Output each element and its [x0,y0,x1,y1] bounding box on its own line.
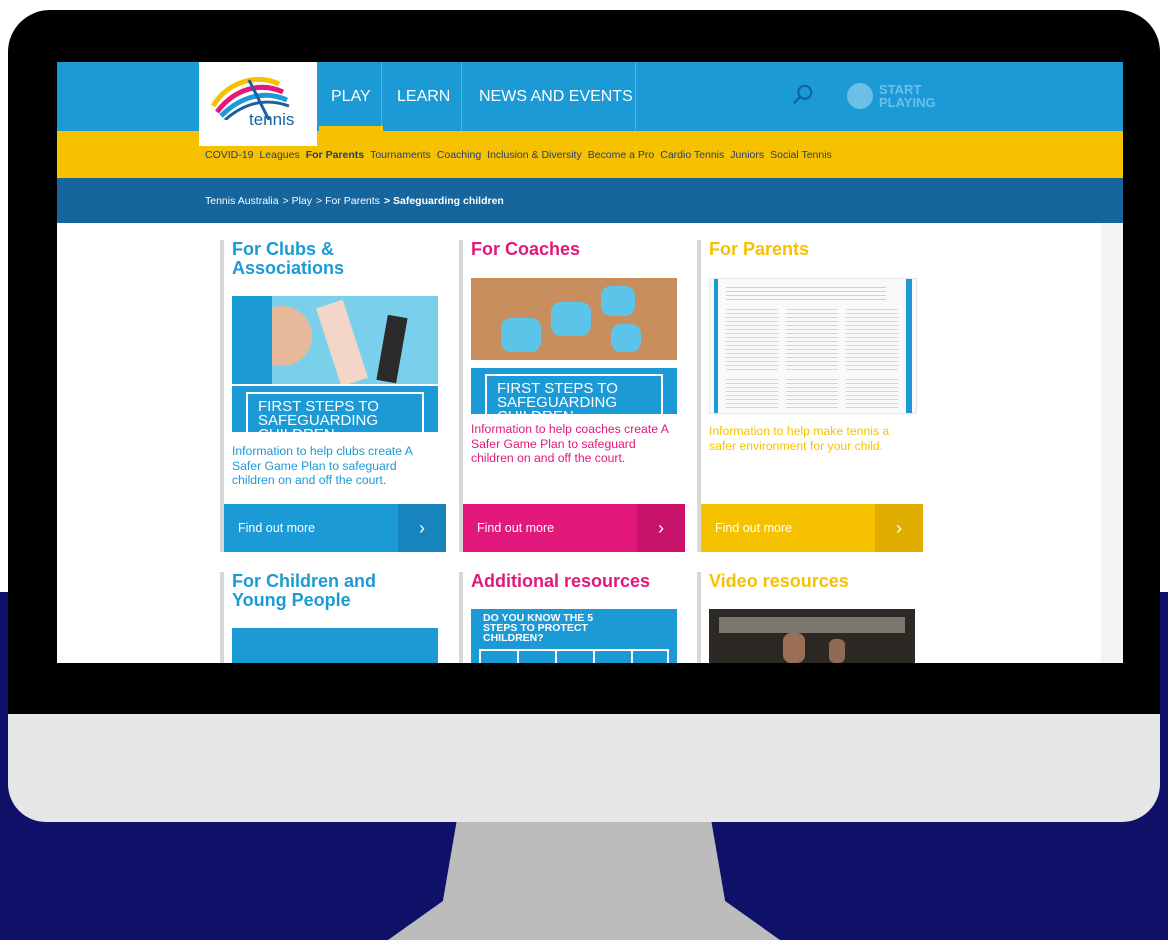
subnav-item-tournaments[interactable]: Tournaments [370,149,431,161]
subnav-item-covid-19[interactable]: COVID-19 [205,149,253,161]
chevron-right-icon: › [398,504,446,552]
card-clubs: For Clubs & Associations FIRST STEPS TO … [220,240,450,552]
chevron-right-icon: › [637,504,685,552]
subnav-item-leagues[interactable]: Leagues [259,149,299,161]
logo-text: tennis [249,110,295,129]
card-title[interactable]: For Clubs & Associations [232,240,402,278]
subnav-item-cardio-tennis[interactable]: Cardio Tennis [660,149,724,161]
tennis-ball-icon [847,83,873,109]
card-title[interactable]: For Children and Young People [232,572,412,610]
find-out-more-button[interactable]: Find out more › [701,504,923,552]
subnav-item-for-parents[interactable]: For Parents [306,149,364,161]
search-icon[interactable] [792,84,814,106]
find-out-more-button[interactable]: Find out more › [463,504,685,552]
top-nav: tennis PLAY LEARN NEWS AND EVENTS START … [57,62,1123,146]
breadcrumb-current: > Safeguarding children [383,194,504,207]
breadcrumb-for-parents[interactable]: > For Parents [316,195,380,207]
nav-news-and-events[interactable]: NEWS AND EVENTS [467,62,645,131]
card-video-resources: Video resources [697,572,927,663]
breadcrumb-bar: Tennis Australia > Play > For Parents > … [57,178,1123,223]
find-out-more-button[interactable]: Find out more › [224,504,446,552]
nav-separator [461,62,462,131]
card-description: Information to help coaches create A Saf… [471,422,669,465]
breadcrumb-play[interactable]: > Play [283,195,312,207]
subnav-item-inclusion-diversity[interactable]: Inclusion & Diversity [487,149,582,161]
tennis-logo[interactable]: tennis [199,62,317,146]
start-playing-button[interactable]: START PLAYING [847,79,936,113]
card-banner: FIRST STEPS TO SAFEGUARDING CHILDREN [471,368,677,414]
nav-separator [635,62,636,131]
scrollbar[interactable] [1101,223,1123,663]
nav-separator [381,62,382,131]
card-description: Information to help make tennis a safer … [709,424,890,453]
card-banner: FIRST STEPS TO SAFEGUARDING CHILDREN [232,386,438,432]
subnav-item-coaching[interactable]: Coaching [437,149,481,161]
card-image [471,278,677,360]
card-parents: For Parents Information to help make ten… [697,240,927,552]
browser-screen: tennis PLAY LEARN NEWS AND EVENTS START … [57,62,1123,663]
start-playing-line2: PLAYING [879,95,936,110]
subnav-item-juniors[interactable]: Juniors [730,149,764,161]
card-title[interactable]: Additional resources [471,572,650,591]
card-title[interactable]: Video resources [709,572,849,591]
subnav-item-social-tennis[interactable]: Social Tennis [770,149,832,161]
video-thumbnail[interactable] [709,609,915,663]
nav-learn[interactable]: LEARN [385,62,462,131]
card-coaches: For Coaches FIRST STEPS TO SAFEGUARDING … [459,240,689,552]
subnav-item-become-a-pro[interactable]: Become a Pro [588,149,655,161]
card-additional-resources: Additional resources DO YOU KNOW THE 5 S… [459,572,689,663]
breadcrumb-tennis-australia[interactable]: Tennis Australia [205,195,279,207]
breadcrumb: Tennis Australia > Play > For Parents > … [205,178,504,223]
nav-play[interactable]: PLAY [319,62,383,131]
card-title[interactable]: For Coaches [471,240,580,259]
card-banner: DO YOU KNOW THE 5 STEPS TO PROTECT CHILD… [471,609,677,663]
card-image [232,296,438,384]
card-image [232,628,438,663]
card-title[interactable]: For Parents [709,240,809,259]
card-document-image [709,278,917,414]
chevron-right-icon: › [875,504,923,552]
card-children: For Children and Young People [220,572,450,663]
card-description: Information to help clubs create A Safer… [232,444,413,487]
